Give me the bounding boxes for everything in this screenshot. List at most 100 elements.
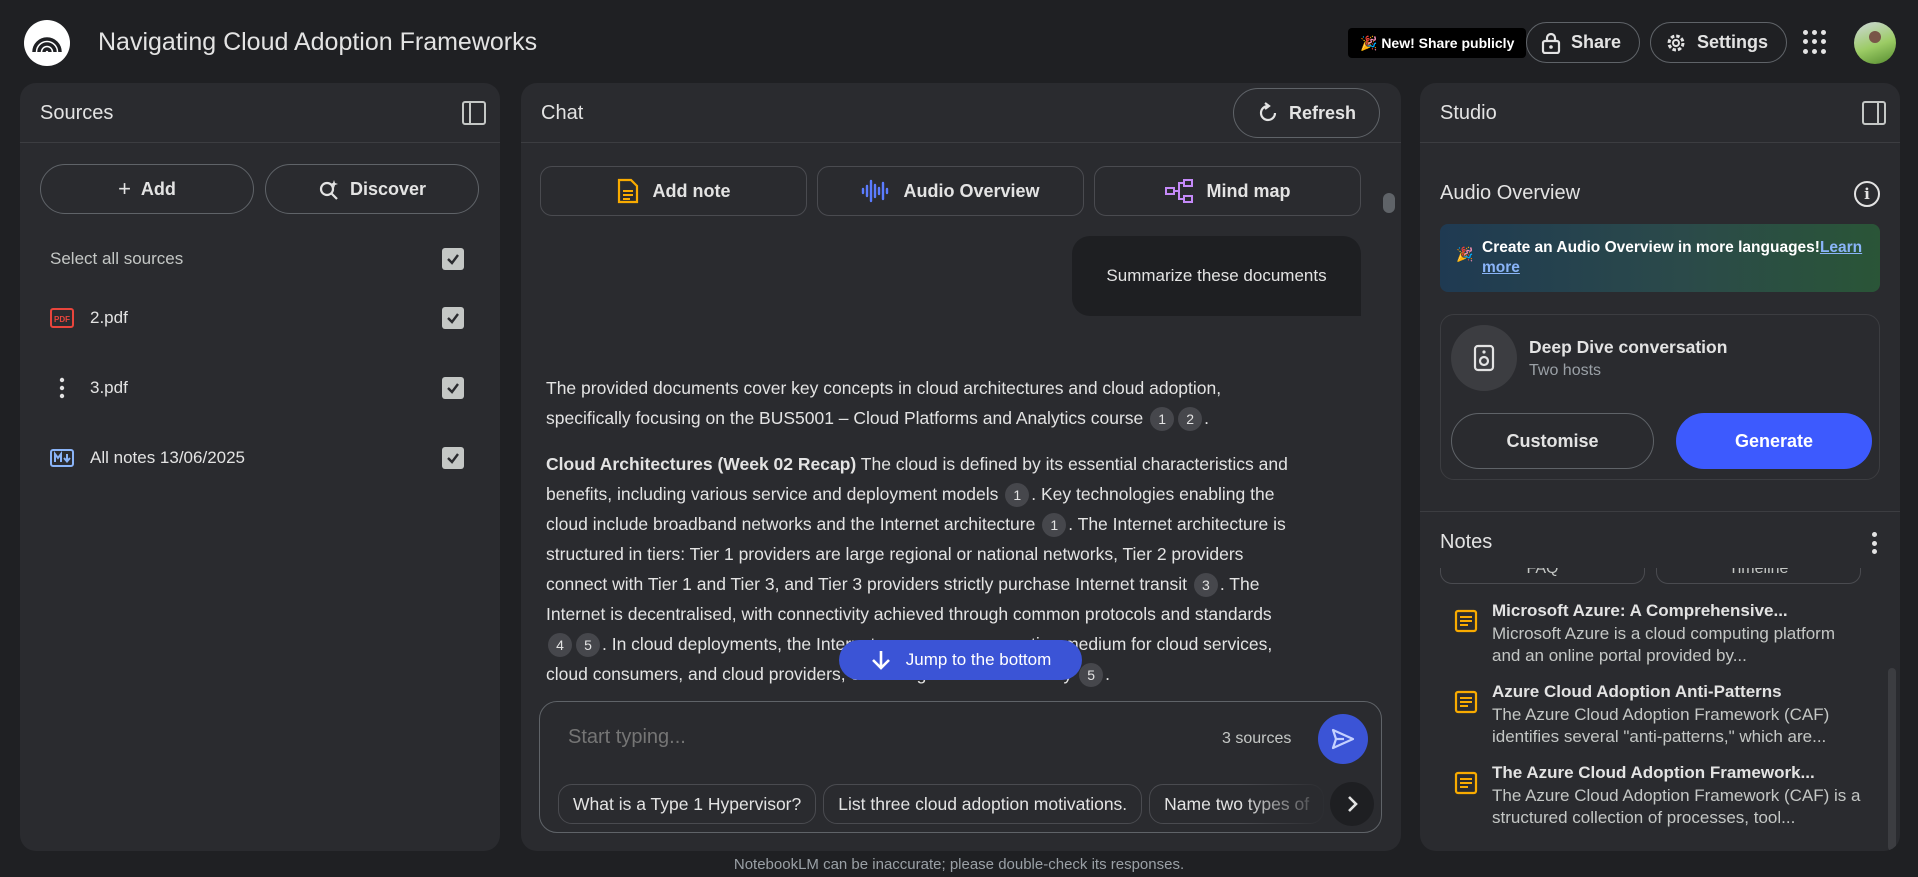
deep-dive-card: Deep Dive conversation Two hosts Customi… xyxy=(1440,314,1880,480)
jump-label: Jump to the bottom xyxy=(905,650,1052,669)
info-icon[interactable]: i xyxy=(1854,181,1880,207)
note-icon xyxy=(1454,771,1478,795)
audio-overview-button[interactable]: Audio Overview xyxy=(817,166,1084,216)
send-icon xyxy=(1331,728,1355,750)
note-title: Azure Cloud Adoption Anti-Patterns xyxy=(1492,682,1782,701)
source-checkbox[interactable] xyxy=(442,447,464,469)
share-label: Share xyxy=(1571,32,1622,52)
citation-chip[interactable]: 1 xyxy=(1150,407,1175,432)
studio-header: Studio xyxy=(1420,83,1900,143)
more-vert-icon[interactable] xyxy=(1871,532,1877,554)
refresh-button[interactable]: Refresh xyxy=(1233,88,1380,138)
note-item[interactable]: Microsoft Azure: A Comprehensive... Micr… xyxy=(1420,597,1900,677)
citation-chip[interactable]: 5 xyxy=(576,633,600,658)
settings-button[interactable]: Settings xyxy=(1650,22,1788,63)
add-note-label: Add note xyxy=(652,180,731,201)
notes-title: Notes xyxy=(1440,531,1493,553)
chevron-right-icon[interactable] xyxy=(1330,782,1374,826)
collapse-sources-icon[interactable] xyxy=(462,101,486,125)
note-title: The Azure Cloud Adoption Framework... xyxy=(1492,763,1815,782)
note-title: Microsoft Azure: A Comprehensive... xyxy=(1492,601,1788,620)
citation-chip[interactable]: 1 xyxy=(1042,513,1067,538)
note-body: The Azure Cloud Adoption Framework (CAF)… xyxy=(1492,705,1830,746)
discover-search-icon xyxy=(319,180,338,200)
apps-grid-icon[interactable] xyxy=(1803,30,1827,54)
sources-title: Sources xyxy=(40,102,114,124)
chat-title: Chat xyxy=(541,102,584,124)
mind-map-button[interactable]: Mind map xyxy=(1094,166,1361,216)
source-item[interactable]: PDF 2.pdf xyxy=(20,298,500,338)
notebook-title[interactable]: Navigating Cloud Adoption Frameworks xyxy=(98,28,537,57)
answer-paragraph: The provided documents cover key concept… xyxy=(546,373,1296,433)
note-icon xyxy=(1454,690,1478,714)
source-name: 2.pdf xyxy=(90,308,128,327)
notes-list: FAQ Timeline Microsoft Azure: A Comprehe… xyxy=(1420,568,1900,851)
source-item[interactable]: All notes 13/06/2025 xyxy=(20,438,500,478)
discover-button[interactable]: Discover xyxy=(265,164,479,214)
add-note-button[interactable]: Add note xyxy=(540,166,807,216)
chat-scrollbar[interactable] xyxy=(1383,193,1395,213)
source-checkbox[interactable] xyxy=(442,307,464,329)
avatar[interactable] xyxy=(1854,22,1896,64)
citation-chip[interactable]: 2 xyxy=(1178,407,1203,432)
collapse-studio-icon[interactable] xyxy=(1862,101,1886,125)
suggestion-chips: What is a Type 1 Hypervisor? List three c… xyxy=(558,784,1328,824)
note-icon xyxy=(617,178,638,204)
sources-count: 3 sources xyxy=(1222,730,1292,747)
sources-header: Sources xyxy=(20,83,500,143)
jump-to-bottom-button[interactable]: Jump to the bottom xyxy=(839,640,1082,680)
chat-panel: Chat Refresh Add note Audio Overview Min… xyxy=(521,83,1401,851)
add-source-button[interactable]: + Add xyxy=(40,164,254,214)
chat-composer: 3 sources What is a Type 1 Hypervisor?Li… xyxy=(539,701,1382,833)
citation-chip[interactable]: 1 xyxy=(1005,483,1030,508)
chat-input[interactable] xyxy=(568,726,1168,749)
suggestion-chip[interactable]: What is a Type 1 Hypervisor? xyxy=(558,784,817,824)
arrow-down-icon xyxy=(871,651,890,670)
customise-button[interactable]: Customise xyxy=(1451,413,1654,469)
share-button[interactable]: Share xyxy=(1526,22,1641,63)
markdown-icon xyxy=(50,449,74,467)
new-share-publicly-badge[interactable]: 🎉 New! Share publicly xyxy=(1348,28,1527,58)
add-label: Add xyxy=(140,178,176,199)
faq-chip[interactable]: FAQ xyxy=(1440,568,1645,584)
speaker-icon xyxy=(1451,325,1517,391)
source-item[interactable]: 3.pdf xyxy=(20,368,500,408)
deep-dive-subtitle: Two hosts xyxy=(1529,362,1602,379)
audio-languages-promo: 🎉 Create an Audio Overview in more langu… xyxy=(1440,224,1880,292)
chat-header: Chat Refresh xyxy=(521,83,1401,143)
more-vert-icon[interactable] xyxy=(50,376,74,400)
lock-icon xyxy=(1541,32,1561,54)
settings-label: Settings xyxy=(1697,32,1769,52)
studio-panel: Studio Audio Overview i 🎉 Create an Audi… xyxy=(1420,83,1900,851)
top-bar: Navigating Cloud Adoption Frameworks 🎉 N… xyxy=(0,0,1918,84)
studio-title: Studio xyxy=(1440,102,1497,124)
promo-text: Create an Audio Overview in more languag… xyxy=(1482,239,1820,256)
note-item[interactable]: Azure Cloud Adoption Anti-Patterns The A… xyxy=(1420,678,1900,758)
note-icon xyxy=(1454,609,1478,633)
answer-heading: Cloud Architectures (Week 02 Recap) xyxy=(546,454,857,474)
timeline-chip[interactable]: Timeline xyxy=(1656,568,1861,584)
refresh-icon xyxy=(1259,102,1277,122)
generate-button[interactable]: Generate xyxy=(1676,413,1872,469)
pdf-icon: PDF xyxy=(50,308,74,328)
citation-chip[interactable]: 5 xyxy=(1079,663,1104,688)
mind-map-icon xyxy=(1164,179,1193,203)
suggestion-chip[interactable]: List three cloud adoption motivations. xyxy=(823,784,1143,824)
send-button[interactable] xyxy=(1318,714,1368,764)
note-body: The Azure Cloud Adoption Framework (CAF)… xyxy=(1492,786,1861,827)
user-message: Summarize these documents xyxy=(1072,236,1361,316)
notebooklm-logo-icon[interactable] xyxy=(24,20,70,66)
note-item[interactable]: The Azure Cloud Adoption Framework... Th… xyxy=(1420,759,1900,839)
svg-text:PDF: PDF xyxy=(54,315,70,324)
citation-chip[interactable]: 3 xyxy=(1193,573,1218,598)
mind-map-label: Mind map xyxy=(1206,180,1291,201)
select-all-checkbox[interactable] xyxy=(442,248,464,270)
notes-scrollbar[interactable] xyxy=(1888,668,1896,851)
disclaimer: NotebookLM can be inaccurate; please dou… xyxy=(733,856,1185,873)
deep-dive-title: Deep Dive conversation xyxy=(1529,337,1728,357)
citation-chip[interactable]: 4 xyxy=(548,633,572,658)
audio-overview-title: Audio Overview xyxy=(1440,182,1581,204)
note-body: Microsoft Azure is a cloud computing pla… xyxy=(1492,624,1835,665)
source-checkbox[interactable] xyxy=(442,377,464,399)
audio-overview-label: Audio Overview xyxy=(903,180,1040,201)
